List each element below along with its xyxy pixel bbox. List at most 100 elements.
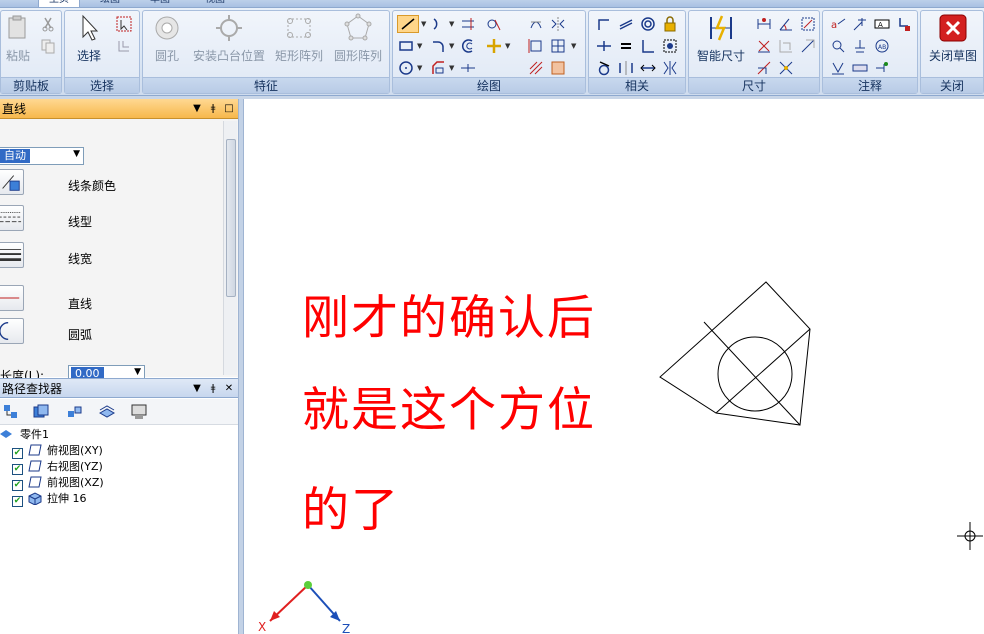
mirror-tool-button[interactable] [549,15,567,33]
line-color-button[interactable] [0,169,24,195]
chamfer-tool-dropdown[interactable]: ▼ [449,59,455,77]
fill-tool-button[interactable] [549,59,567,77]
datum-button[interactable] [895,15,913,33]
circ-pattern-button[interactable]: 圆形阵列 [329,13,387,75]
equal-relation-button[interactable] [617,37,635,55]
scroll-thumb[interactable] [226,139,236,297]
surface-texture-button[interactable] [851,37,869,55]
checkbox[interactable]: ✔ [12,496,23,507]
arc-mode-button[interactable] [0,318,24,344]
tree-item-front-view[interactable]: ✔ 前视图(XZ) [12,475,104,491]
close-sketch-button[interactable]: 关闭草图 [923,13,983,75]
fillet-tool-dropdown[interactable]: ▼ [449,37,455,55]
hole-button[interactable]: 圆孔 [149,13,185,75]
extend-tool-button[interactable] [485,15,503,33]
checkbox[interactable]: ✔ [12,480,23,491]
tab-view[interactable]: 视图 [205,0,225,7]
rectangle-tool-dropdown[interactable]: ▼ [417,37,423,55]
trim-tool-button[interactable] [459,15,477,33]
line-width-button[interactable] [0,242,24,268]
horizontal-vertical-button[interactable] [595,37,613,55]
chamfer-dimension-button[interactable] [799,37,817,55]
move-tool-dropdown[interactable]: ▼ [505,37,511,55]
layers-icon[interactable] [98,403,116,421]
tree-view-icon[interactable] [2,403,20,421]
circle-tool-dropdown[interactable]: ▼ [417,59,423,77]
checkbox[interactable]: ✔ [12,464,23,475]
rect-pattern-button[interactable]: 矩形阵列 [271,13,327,75]
arc-tool-dropdown[interactable]: ▼ [449,15,455,33]
project-tool-button[interactable] [527,15,545,33]
connector-button[interactable] [873,59,891,77]
sketch-pentagon-with-circle[interactable] [654,277,814,427]
tree-root[interactable]: 零件1 [0,427,49,443]
paste-button[interactable]: 粘贴 [1,13,35,75]
line-panel-scrollbar[interactable] [223,121,237,375]
line-tool-dropdown[interactable]: ▼ [421,15,427,33]
symmetry-axis-button[interactable] [661,59,679,77]
close-icon[interactable]: ✕ [224,379,234,399]
cut-button[interactable] [39,15,57,33]
feature-control-frame-button[interactable]: A [873,15,891,33]
parallel-relation-button[interactable] [617,15,635,33]
panel-menu-icon[interactable]: ▼ [192,99,202,119]
dimension-axis-button[interactable] [755,59,773,77]
rectangle-tool-button[interactable] [397,37,415,55]
weld-symbol-button[interactable] [829,37,847,55]
bolt-hole-circle-button[interactable]: AB [873,37,891,55]
symmetric-diameter-button[interactable] [799,15,817,33]
offset-tool-button[interactable] [459,37,477,55]
display-options-icon[interactable] [130,403,148,421]
pattern-tool-button[interactable] [549,37,567,55]
chamfer-tool-button[interactable] [429,59,447,77]
line-mode-button[interactable] [0,285,24,311]
graphics-window[interactable]: 刚才的确认后 就是这个方位 的了 X Z [244,99,984,634]
fillet-tool-button[interactable] [429,37,447,55]
move-tool-button[interactable] [485,37,503,55]
symmetric-relation-button[interactable] [617,59,635,77]
perpendicular-relation-button[interactable] [639,37,657,55]
coordinate-dimension-button[interactable] [755,37,773,55]
lock-relation-button[interactable] [661,15,679,33]
checkbox[interactable]: ✔ [12,448,23,459]
line-tool-button[interactable] [397,15,419,33]
tab-draw[interactable]: 绘图 [100,0,120,7]
concentric-relation-button[interactable] [639,15,657,33]
distance-between-button[interactable] [755,15,773,33]
tab-sketch[interactable]: 草图 [150,0,170,7]
circle-tool-button[interactable] [397,59,415,77]
mount-boss-button[interactable]: 安装凸台位置 [189,13,269,75]
pattern-tool-dropdown[interactable]: ▼ [571,37,577,55]
panel-menu-icon[interactable]: ▼ [192,379,202,399]
tab-home[interactable]: 主页 [38,0,80,7]
select-filter-button[interactable] [115,15,133,33]
angular-coordinate-button[interactable] [777,37,795,55]
callout-button[interactable]: a [829,15,847,33]
leader-button[interactable] [851,15,869,33]
feature-view-icon[interactable] [32,403,50,421]
pin-icon[interactable]: ǂ [208,99,218,119]
line-mode-select[interactable]: 自动 ▼ [0,147,84,165]
maximize-icon[interactable]: □ [224,99,234,119]
selection-manager-button[interactable] [115,37,133,55]
assembly-view-icon[interactable] [66,403,84,421]
line-type-button[interactable] [0,205,24,231]
pin-icon[interactable]: ǂ [208,379,218,399]
rigid-set-button[interactable] [661,37,679,55]
tangent-relation-button[interactable] [595,59,613,77]
scale-tool-button[interactable] [527,37,545,55]
arc-tool-button[interactable] [429,15,447,33]
split-tool-button[interactable] [459,59,477,77]
collinear-relation-button[interactable] [639,59,657,77]
tree-item-right-view[interactable]: ✔ 右视图(YZ) [12,459,103,475]
select-button[interactable]: 选择 [69,13,109,75]
tree-item-top-view[interactable]: ✔ 俯视图(XY) [12,443,103,459]
hatch-tool-button[interactable] [527,59,545,77]
angle-between-button[interactable] [777,15,795,33]
auto-dimension-button[interactable] [777,59,795,77]
copy-button[interactable] [39,37,57,55]
edge-condition-button[interactable] [829,59,847,77]
tree-item-extrude[interactable]: ✔ 拉伸 16 [12,491,87,507]
smart-dimension-button[interactable]: 智能尺寸 [691,13,751,75]
text-box-button[interactable] [851,59,869,77]
